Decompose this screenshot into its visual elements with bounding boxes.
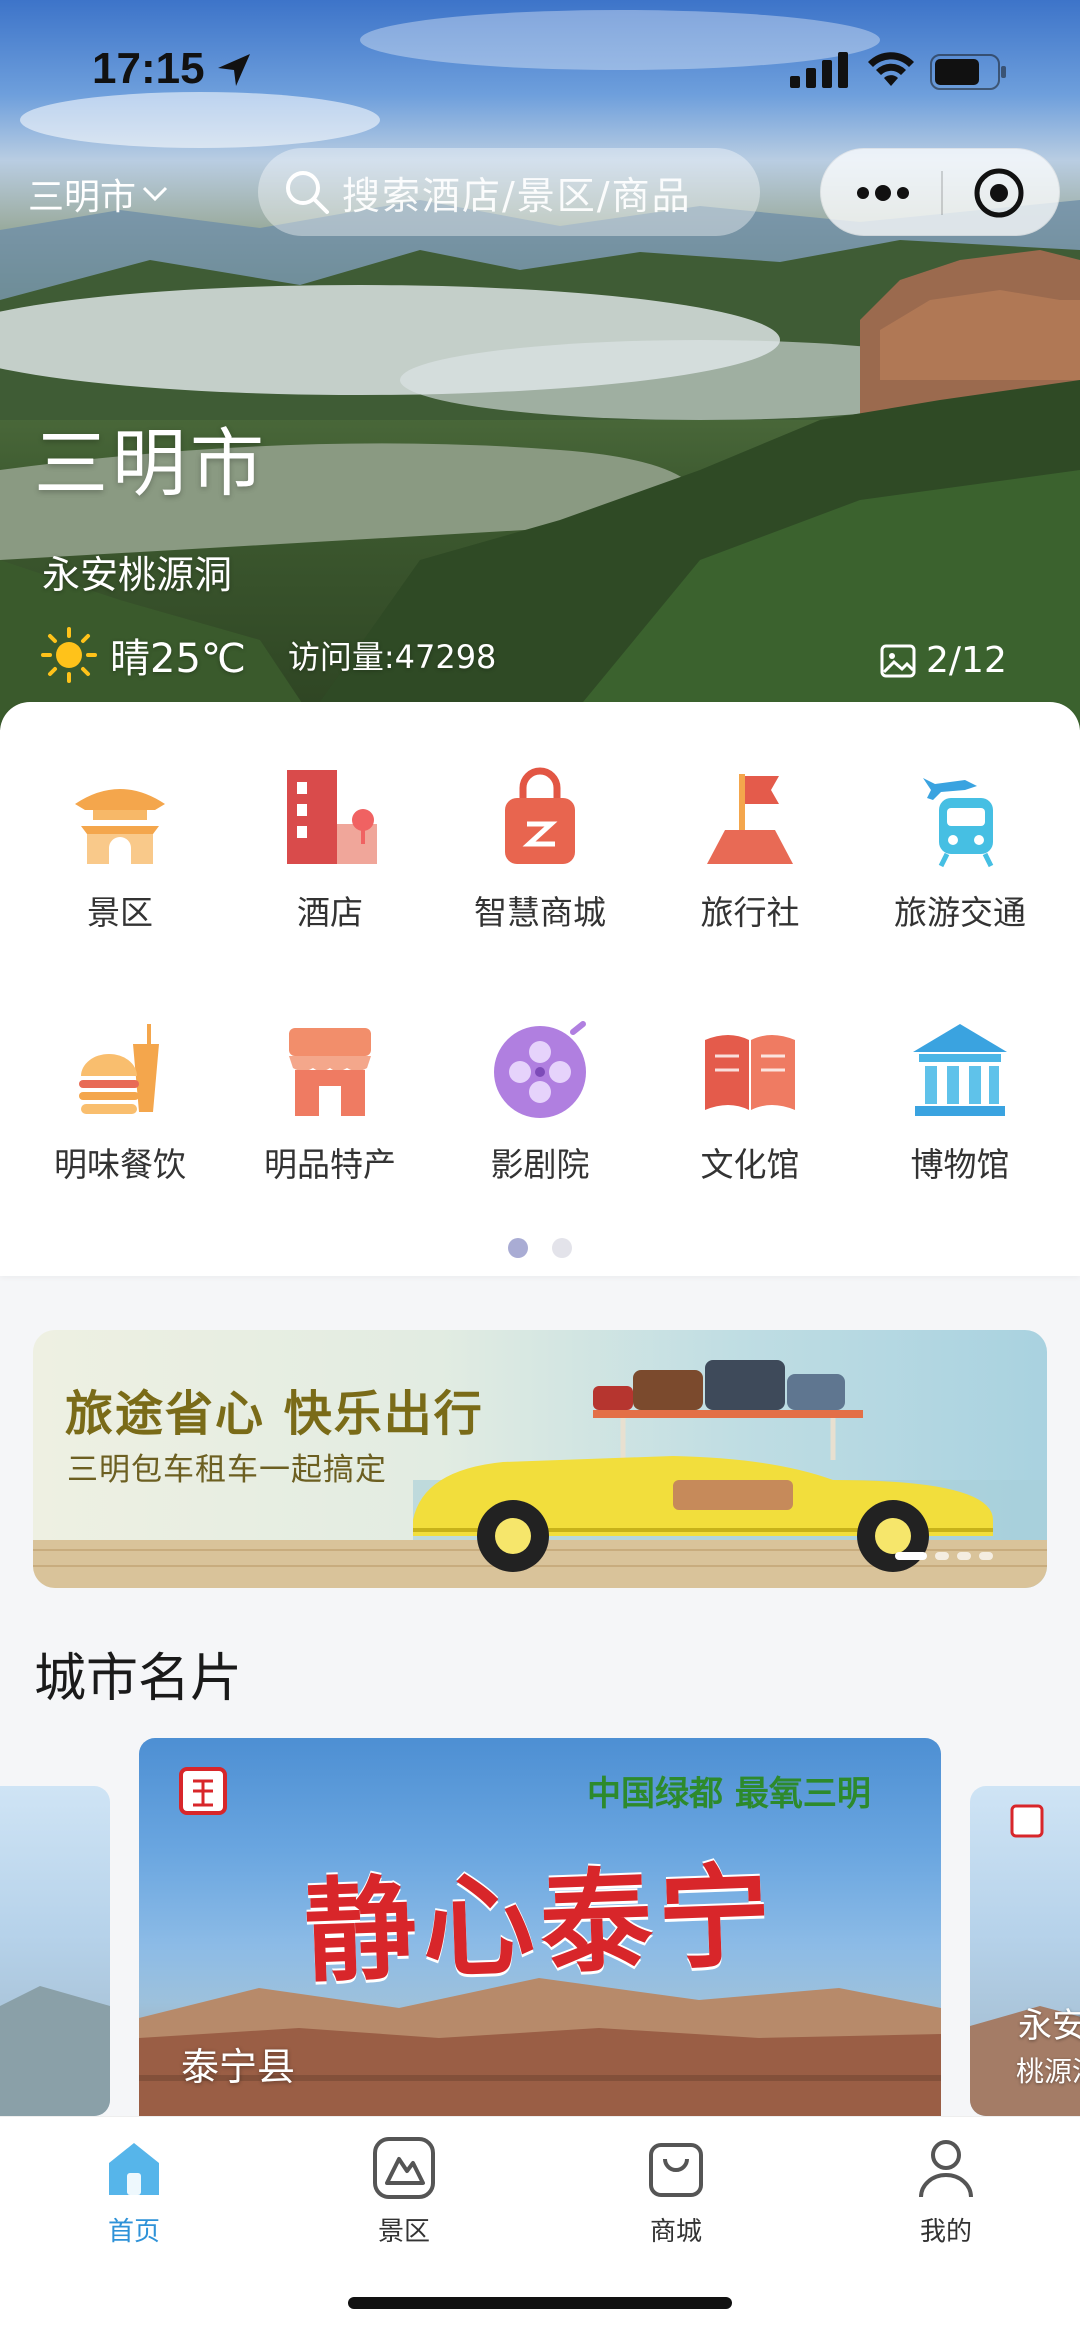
category-label: 旅游交通 (894, 893, 1026, 932)
open-book-icon (705, 1035, 795, 1110)
banner-indicator (895, 1552, 993, 1560)
category-label: 景区 (87, 893, 153, 932)
category-transport[interactable]: 旅游交通 (860, 764, 1060, 934)
more-options-icon[interactable] (855, 175, 911, 211)
photo-index: 2/12 (926, 640, 1007, 681)
card-caption: 永安 (1018, 2006, 1080, 2046)
card-slogan: 静心泰宁 (302, 1850, 779, 1999)
card-subcaption: 桃源洞 (1016, 2055, 1080, 2088)
burger-drink-icon (79, 1024, 159, 1114)
visit-count: 访问量:47298 (287, 638, 497, 676)
film-reel-icon (494, 1021, 586, 1118)
category-label: 博物馆 (910, 1145, 1010, 1184)
card-caption: 泰宁县 (181, 2045, 296, 2089)
storefront-icon (289, 1028, 371, 1116)
card-landscape (0, 1986, 110, 2116)
category-hotel[interactable]: 酒店 (230, 764, 430, 934)
plane-train-icon (923, 778, 994, 868)
home-icon (109, 2143, 159, 2195)
banner-subtitle: 三明包车租车一起搞定 (67, 1452, 387, 1488)
cellular-signal-icon (790, 52, 848, 88)
miniprogram-capsule (820, 148, 1060, 236)
banner-dot (979, 1552, 993, 1560)
city-selector-label: 三明市 (28, 177, 137, 218)
category-label: 旅行社 (700, 893, 800, 932)
shopping-bag-icon (505, 767, 575, 864)
category-label: 智慧商城 (474, 893, 606, 932)
search-input[interactable]: 搜索酒店/景区/商品 (258, 148, 760, 236)
hotel-building-icon (287, 770, 377, 864)
tab-label: 商城 (649, 2217, 702, 2247)
city-card-prev[interactable] (0, 1786, 110, 2116)
museum-icon (913, 1024, 1007, 1116)
section-title-city-cards: 城市名片 (34, 1649, 243, 1709)
user-icon (919, 2140, 973, 2198)
tab-label: 景区 (377, 2217, 430, 2247)
banner-dot (957, 1552, 971, 1560)
status-bar: 17:15 (0, 44, 1080, 104)
category-smart-mall[interactable]: 智慧商城 (440, 764, 640, 934)
hero-spot-name: 永安桃源洞 (42, 553, 233, 597)
banner-dot-active (895, 1552, 927, 1560)
location-arrow-icon (218, 54, 250, 86)
weather-temperature: 晴25℃ (110, 636, 246, 682)
close-miniprogram-icon[interactable] (973, 167, 1025, 219)
battery-icon (930, 54, 1006, 90)
hero-city-name: 三明市 (34, 421, 268, 507)
city-card-next[interactable]: 永安 桃源洞 (970, 1786, 1080, 2116)
photo-counter[interactable]: 2/12 (880, 640, 1007, 681)
weather-info: 晴25℃ 访问量:47298 (40, 626, 496, 684)
promo-banner[interactable]: 旅途省心 快乐出行 三明包车租车一起搞定 (33, 1330, 1047, 1588)
tab-mall[interactable]: 商城 (576, 2133, 776, 2248)
category-grid: 景区 酒店 智慧商城 旅行社 旅游交通 明味餐饮 明品特产 影剧院 文化馆 博物… (0, 702, 1080, 1276)
tab-home[interactable]: 首页 (34, 2133, 234, 2248)
category-travel-agency[interactable]: 旅行社 (650, 764, 850, 934)
search-placeholder: 搜索酒店/景区/商品 (342, 173, 692, 218)
category-dining[interactable]: 明味餐饮 (20, 1016, 220, 1186)
category-label: 明味餐饮 (54, 1145, 186, 1184)
landscape-photo (0, 10, 1080, 730)
capsule-divider (941, 171, 943, 215)
image-icon (880, 644, 916, 677)
tab-label: 首页 (107, 2217, 160, 2247)
page-dot-active[interactable] (508, 1238, 528, 1258)
category-label: 文化馆 (700, 1145, 800, 1184)
chevron-down-icon (142, 186, 168, 202)
flag-icon (707, 774, 793, 864)
category-label: 酒店 (297, 893, 363, 932)
category-scenic[interactable]: 景区 (20, 764, 220, 934)
category-label: 明品特产 (264, 1145, 396, 1184)
category-specialty[interactable]: 明品特产 (230, 1016, 430, 1186)
banner-title: 旅途省心 快乐出行 (65, 1386, 484, 1442)
sun-icon (41, 627, 97, 683)
bag-icon (649, 2143, 703, 2197)
tab-scenic[interactable]: 景区 (304, 2133, 504, 2248)
grid-page-indicator (0, 1238, 1080, 1258)
hero-banner[interactable]: 17:15 三明市 搜索酒店/景区/商品 三明市 永安桃源洞 晴25℃ 访问量:… (0, 0, 1080, 730)
seal-icon (179, 1766, 227, 1815)
banner-dot (935, 1552, 949, 1560)
category-museum[interactable]: 博物馆 (860, 1016, 1060, 1186)
tab-profile[interactable]: 我的 (846, 2133, 1046, 2248)
search-icon (286, 171, 329, 214)
top-nav: 三明市 搜索酒店/景区/商品 (0, 148, 1080, 236)
page-dot[interactable] (552, 1238, 572, 1258)
category-cinema[interactable]: 影剧院 (440, 1016, 640, 1186)
card-tagline: 中国绿都 最氧三明 (587, 1774, 871, 1814)
home-indicator (348, 2297, 732, 2309)
tab-label: 我的 (919, 2217, 972, 2247)
status-time: 17:15 (92, 44, 205, 93)
city-card-taining[interactable]: 中国绿都 最氧三明 静心泰宁 泰宁县 (139, 1738, 941, 2116)
category-culture-center[interactable]: 文化馆 (650, 1016, 850, 1186)
mountain-icon (373, 2137, 435, 2199)
category-label: 影剧院 (490, 1145, 590, 1184)
city-selector[interactable]: 三明市 (28, 168, 168, 220)
pavilion-icon (75, 789, 165, 864)
wifi-icon (868, 52, 914, 86)
card-header: 中国绿都 最氧三明 (179, 1766, 871, 1815)
